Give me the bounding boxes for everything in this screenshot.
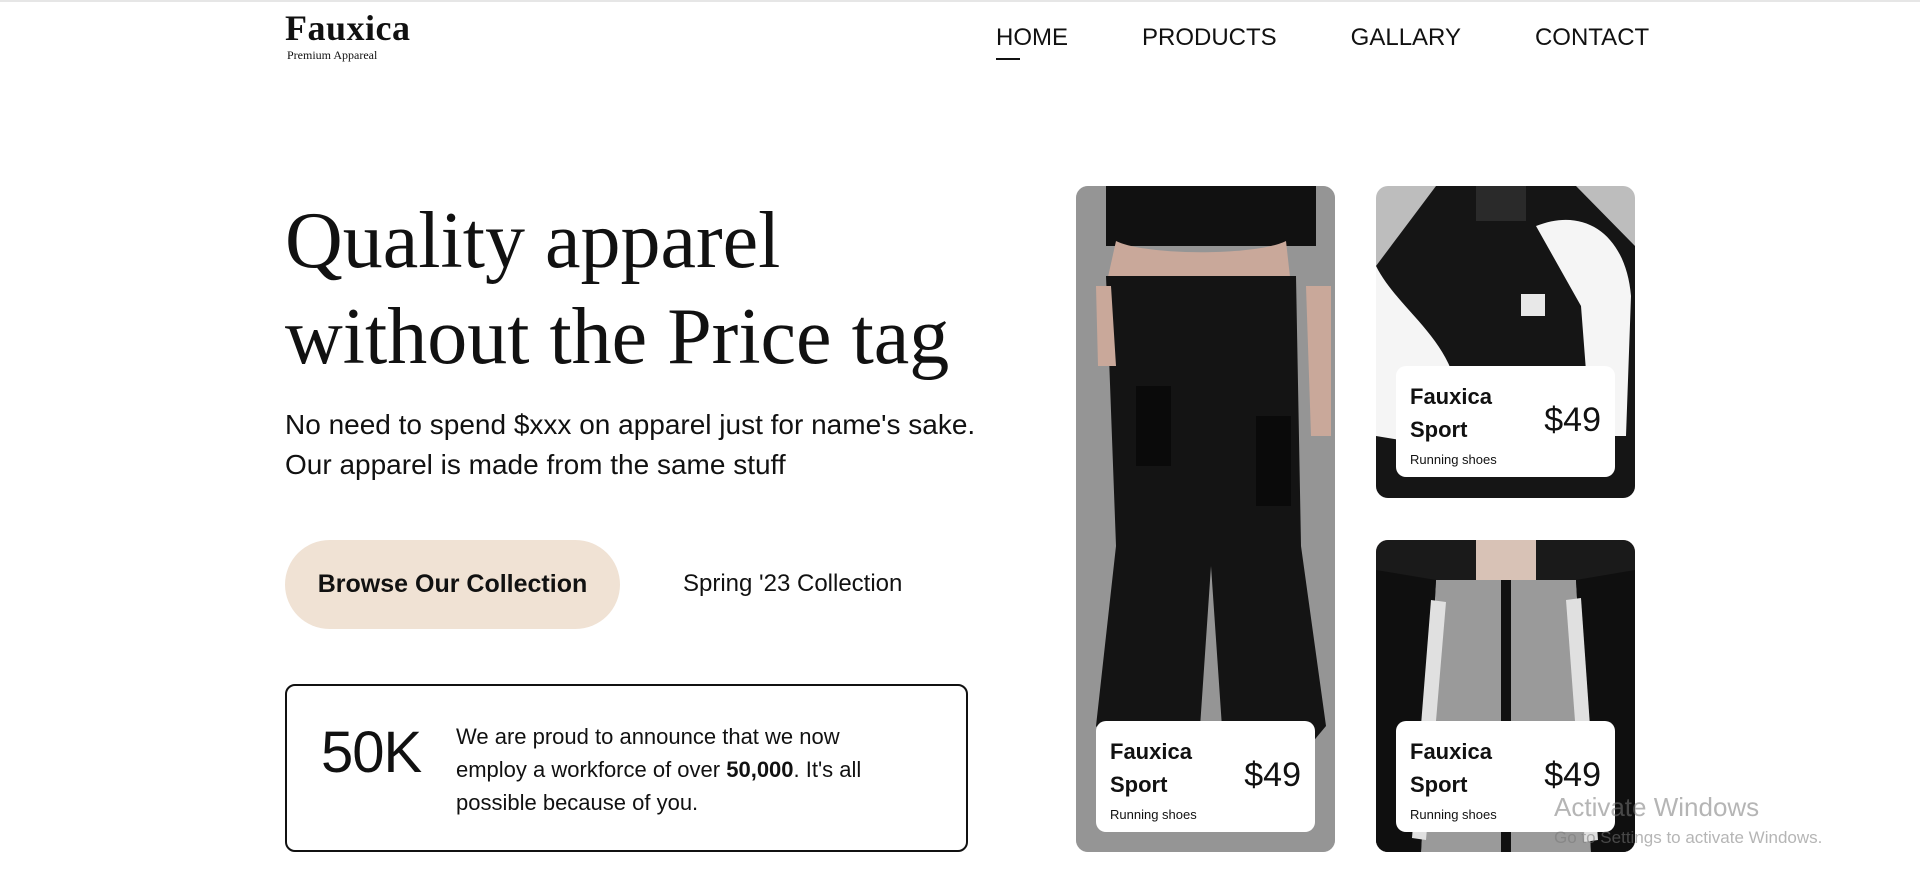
watermark-title: Activate Windows [1554,792,1760,822]
product-card[interactable]: Fauxica Sport $49 Running shoes [1076,186,1335,852]
product-price: $49 [1544,401,1601,439]
browse-collection-button[interactable]: Browse Our Collection [285,540,620,629]
nav-contact[interactable]: CONTACT [1535,24,1649,52]
nav-products[interactable]: PRODUCTS [1142,24,1277,52]
watermark-subtitle: Go to Settings to activate Windows. [1554,828,1823,847]
nav-home[interactable]: HOME [996,24,1068,60]
stat-number: 50K [321,720,422,785]
product-price: $49 [1244,756,1301,794]
brand-tagline: Premium Appareal [287,48,378,62]
product-price: $49 [1544,756,1601,794]
windows-activation-watermark: Activate Windows Go to Settings to activ… [1554,792,1822,848]
product-card[interactable]: Fauxica Sport $49 Running shoes [1376,186,1635,498]
brand-logo[interactable]: Fauxica Premium Appareal [285,8,411,62]
nav-gallary[interactable]: GALLARY [1351,24,1461,52]
product-description: Running shoes [1410,807,1497,822]
stat-text: We are proud to announce that we now emp… [456,720,916,819]
workforce-announcement: 50K We are proud to announce that we now… [285,684,968,852]
product-description: Running shoes [1410,452,1497,467]
product-name: Fauxica Sport [1410,384,1492,442]
product-label: Fauxica Sport $49 Running shoes [1096,721,1315,832]
product-name: Fauxica Sport [1110,739,1192,797]
brand-name: Fauxica [285,8,411,48]
hero-title: Quality apparel without the Price tag [285,197,950,381]
product-label: Fauxica Sport $49 Running shoes [1396,366,1615,477]
stat-text-bold: 50,000 [726,757,794,782]
product-name: Fauxica Sport [1410,739,1492,797]
hero-subtitle: No need to spend $xxx on apparel just fo… [285,409,976,480]
spring-collection-link[interactable]: Spring '23 Collection [683,570,902,598]
product-description: Running shoes [1110,807,1197,822]
main-nav: HOME PRODUCTS GALLARY CONTACT [996,24,1649,60]
top-divider [0,0,1920,2]
